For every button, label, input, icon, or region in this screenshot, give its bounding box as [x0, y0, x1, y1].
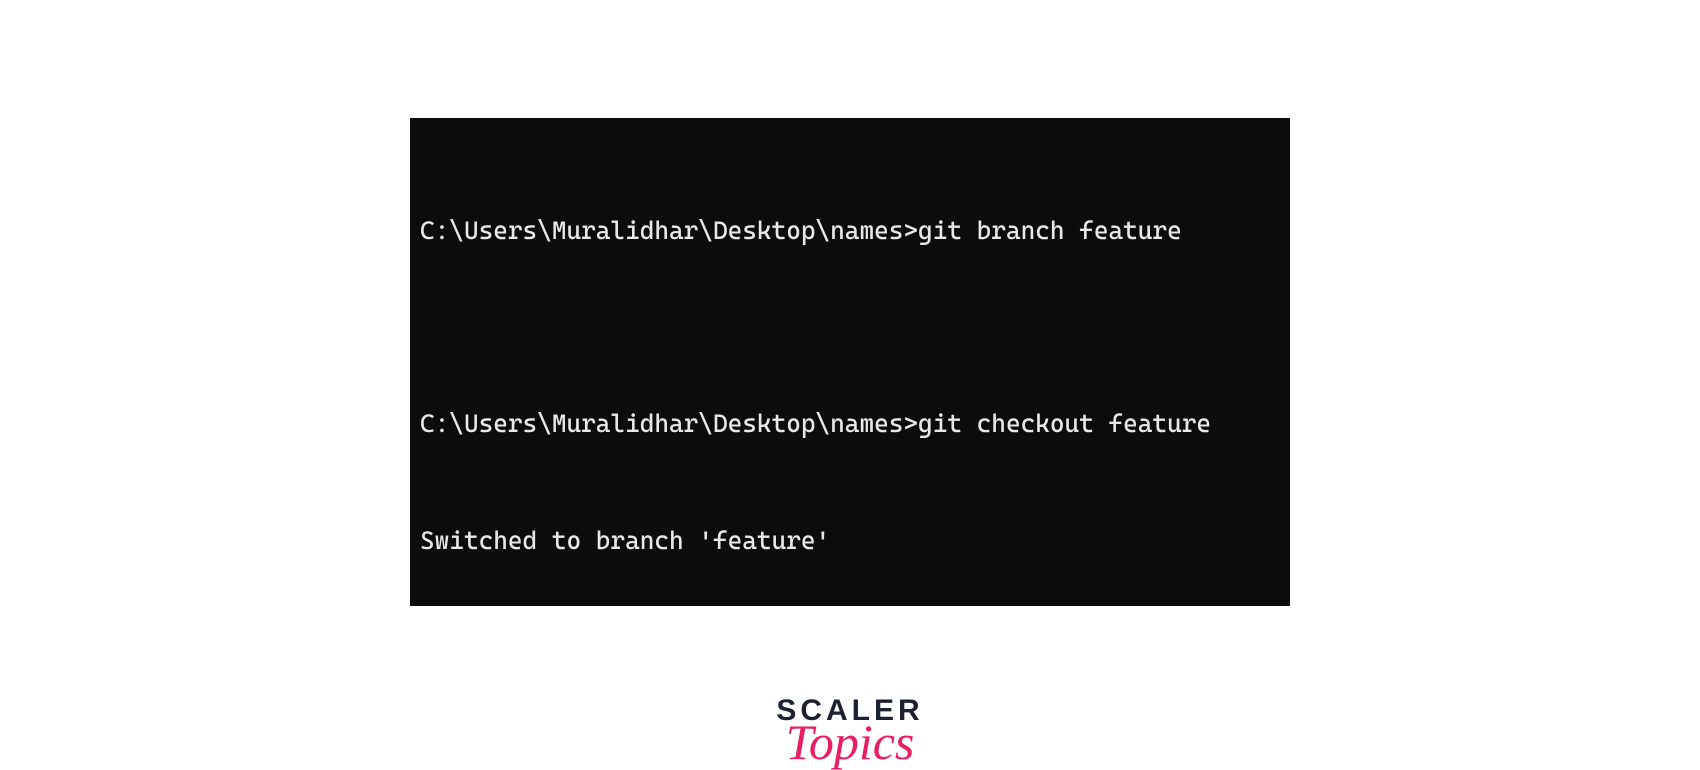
terminal-window[interactable]: C:\Users\Muralidhar\Desktop\names>git br… [410, 118, 1290, 606]
brand-logo: SCALER Topics [750, 696, 950, 762]
brand-name-bottom: Topics [750, 722, 950, 762]
terminal-line: C:\Users\Muralidhar\Desktop\names>git ch… [420, 405, 1280, 444]
terminal-line: Switched to branch 'feature' [420, 522, 1280, 561]
terminal-line: C:\Users\Muralidhar\Desktop\names>git br… [420, 212, 1280, 251]
prompt-text: C:\Users\Muralidhar\Desktop\names> [420, 409, 918, 438]
command-text: git checkout feature [918, 409, 1211, 438]
command-text: git branch feature [918, 216, 1182, 245]
prompt-text: C:\Users\Muralidhar\Desktop\names> [420, 216, 918, 245]
